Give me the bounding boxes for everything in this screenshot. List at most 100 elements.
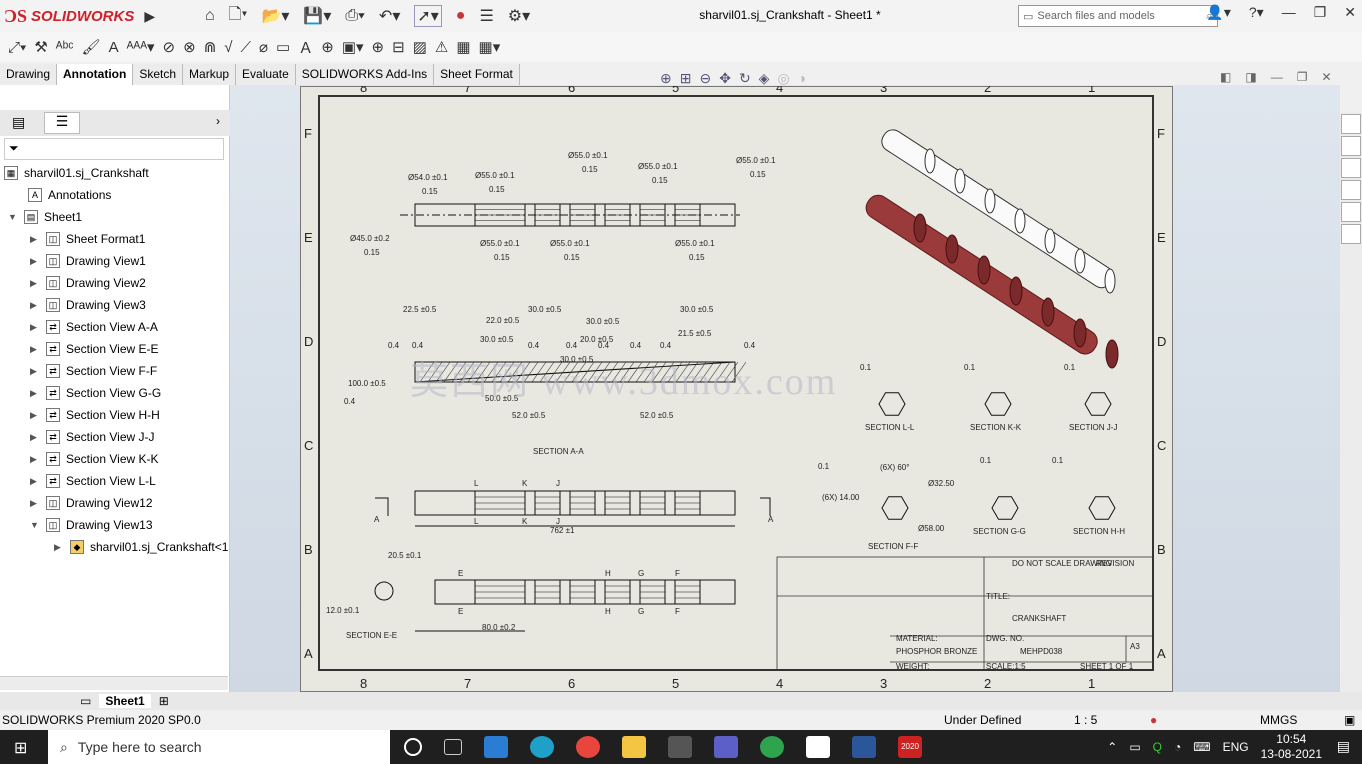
tab-drawing[interactable]: Drawing <box>0 64 58 85</box>
language-indicator[interactable]: ENG <box>1223 740 1249 754</box>
centermark-icon[interactable]: ⊕ <box>372 38 385 56</box>
solidworks-logo[interactable]: ƆS SOLIDWORKS ▶ <box>4 4 155 28</box>
design-library-icon[interactable] <box>1341 136 1361 156</box>
notification-icon[interactable]: ▤ <box>1337 738 1350 755</box>
tree-expand-icon[interactable]: › <box>216 114 220 128</box>
file-explorer-app-icon[interactable] <box>622 736 646 758</box>
tree-hscroll[interactable] <box>0 676 228 690</box>
appearances-icon[interactable] <box>1341 202 1361 222</box>
mail-icon[interactable] <box>484 736 508 758</box>
collapse-arrow-icon[interactable]: ▼ <box>8 212 18 222</box>
close-icon[interactable]: ✕ <box>1344 4 1356 21</box>
format-painter-icon[interactable]: 🖌 <box>82 38 101 56</box>
tab-sketch[interactable]: Sketch <box>133 64 184 85</box>
tree-item[interactable]: ▶ ⇄ Section View E-E <box>30 339 159 359</box>
new-document-icon[interactable]: 🗋▾ <box>229 3 248 30</box>
store-icon[interactable] <box>806 736 830 758</box>
wifi-icon[interactable]: ◔ <box>1174 740 1181 754</box>
expand-arrow-icon[interactable]: ▶ <box>30 498 40 509</box>
expand-arrow-icon[interactable]: ▶ <box>30 366 40 377</box>
tree-filter[interactable]: ⏷ <box>4 138 224 160</box>
solidworks-resources-icon[interactable] <box>1341 114 1361 134</box>
view-palette-icon[interactable] <box>1341 180 1361 200</box>
tree-item[interactable]: ▶ ◫ Sheet Format1 <box>30 229 145 249</box>
expand-arrow-icon[interactable]: ▶ <box>30 300 40 311</box>
expand-arrow-icon[interactable]: ▼ <box>30 520 40 530</box>
expand-arrow-icon[interactable]: ▶ <box>30 234 40 245</box>
tree-item[interactable]: ▶ ⇄ Section View L-L <box>30 471 156 491</box>
calculator-icon[interactable] <box>668 736 692 758</box>
expand-arrow-icon[interactable]: ▶ <box>30 388 40 399</box>
help-icon[interactable]: ?▾ <box>1249 4 1264 21</box>
expand-arrow-icon[interactable]: ▶ <box>30 344 40 355</box>
expand-arrow-icon[interactable]: ▶ <box>30 454 40 465</box>
datum-feature-icon[interactable]: Ａ <box>298 37 313 58</box>
tab-markup[interactable]: Markup <box>183 64 237 85</box>
note-icon[interactable]: A <box>109 39 119 56</box>
revision-cloud-icon[interactable]: ⚠ <box>435 38 448 56</box>
clock[interactable]: 10:54 13-08-2021 <box>1261 732 1322 762</box>
tables-icon[interactable]: ▦▾ <box>479 38 501 56</box>
drawing-view-bottom[interactable] <box>374 579 736 632</box>
tab-evaluate[interactable]: Evaluate <box>236 64 296 85</box>
drawing-view-middle[interactable] <box>375 490 771 527</box>
solidworks-taskbar-icon[interactable]: 2020 <box>898 736 922 758</box>
magnetic-line-icon[interactable]: ⋒ <box>204 38 217 56</box>
expand-arrow-icon[interactable]: ▶ <box>30 410 40 421</box>
customize-icon[interactable]: ▣ <box>1344 713 1355 727</box>
search-input[interactable]: ▭ Search files and models ⌕▾ <box>1018 5 1218 27</box>
file-explorer-icon[interactable] <box>1341 158 1361 178</box>
rebuild-icon[interactable]: ● <box>1150 713 1157 727</box>
doc-minimize-icon[interactable]: — <box>1271 70 1283 84</box>
expand-arrow-icon[interactable]: ▶ <box>30 278 40 289</box>
spell-checker-icon[interactable]: ᴬᵇᶜ <box>56 39 74 56</box>
geometric-tolerance-icon[interactable]: ▭ <box>276 38 290 56</box>
tree-item[interactable]: ▶ ⇄ Section View J-J <box>30 427 154 447</box>
smart-dimension-icon[interactable]: ⤢▾ <box>8 39 26 56</box>
tree-item[interactable]: ▶ ◫ Drawing View2 <box>30 273 146 293</box>
tab-addins[interactable]: SOLIDWORKS Add-Ins <box>295 64 435 85</box>
sheet-tab[interactable]: Sheet1 <box>99 694 151 708</box>
print-icon[interactable]: ⎙▾ <box>345 7 365 25</box>
minimize-icon[interactable]: — <box>1282 4 1296 21</box>
menu-expand-icon[interactable]: ▶ <box>144 8 155 25</box>
tray-chevron-icon[interactable]: ⌃ <box>1107 740 1117 754</box>
datum-target-icon[interactable]: ⊕ <box>321 38 334 56</box>
auto-balloon-icon[interactable]: ⊗ <box>183 38 196 56</box>
feature-manager-icon[interactable]: ▤ <box>12 114 25 131</box>
word-icon[interactable] <box>852 736 876 758</box>
status-units[interactable]: MMGS <box>1260 713 1297 727</box>
tree-item[interactable]: ▶ ⇄ Section View H-H <box>30 405 160 425</box>
tree-item[interactable]: ▶ ◫ Drawing View1 <box>30 251 146 271</box>
centerline-icon[interactable]: ⊟ <box>392 38 405 56</box>
property-manager-icon[interactable]: ☰ <box>44 112 80 134</box>
open-icon[interactable]: 📂▾ <box>261 6 289 26</box>
surface-finish-icon[interactable]: √ <box>224 39 232 56</box>
user-icon[interactable]: 👤▾ <box>1206 4 1230 21</box>
status-scale[interactable]: 1 : 5 <box>1074 713 1097 727</box>
tree-annotations[interactable]: A Annotations <box>28 185 111 205</box>
edge-icon[interactable] <box>530 736 554 758</box>
battery-icon[interactable]: ▭ <box>1129 740 1140 754</box>
blocks-icon[interactable]: ▣▾ <box>342 38 364 56</box>
tree-part-node[interactable]: ▶ ◆ sharvil01.sj_Crankshaft<1 <box>54 537 228 557</box>
chrome-icon[interactable] <box>576 736 600 758</box>
tab-annotation[interactable]: Annotation <box>57 64 134 85</box>
doc-close-icon[interactable]: ✕ <box>1321 70 1331 84</box>
tree-item[interactable]: ▶ ⇄ Section View G-G <box>30 383 161 403</box>
restore-icon[interactable]: ❐ <box>1314 4 1327 21</box>
expand-arrow-icon[interactable]: ▶ <box>30 476 40 487</box>
file-properties-icon[interactable]: ☰ <box>479 6 493 26</box>
weld-symbol-icon[interactable]: ⟋ <box>241 39 252 56</box>
windows-start-icon[interactable]: ⊞ <box>14 738 27 758</box>
home-icon[interactable]: ⌂ <box>205 7 215 25</box>
tree-item[interactable]: ▶ ⇄ Section View F-F <box>30 361 157 381</box>
teams-icon[interactable] <box>714 736 738 758</box>
hole-callout-icon[interactable]: ⌀ <box>259 38 268 56</box>
undo-icon[interactable]: ↶▾ <box>379 6 400 26</box>
expand-arrow-icon[interactable]: ▶ <box>30 322 40 333</box>
task-view-icon[interactable] <box>444 739 462 755</box>
expand-arrow-icon[interactable]: ▶ <box>30 256 40 267</box>
save-icon[interactable]: 💾▾ <box>303 6 331 26</box>
add-sheet-icon[interactable]: ⊞ <box>159 694 169 708</box>
